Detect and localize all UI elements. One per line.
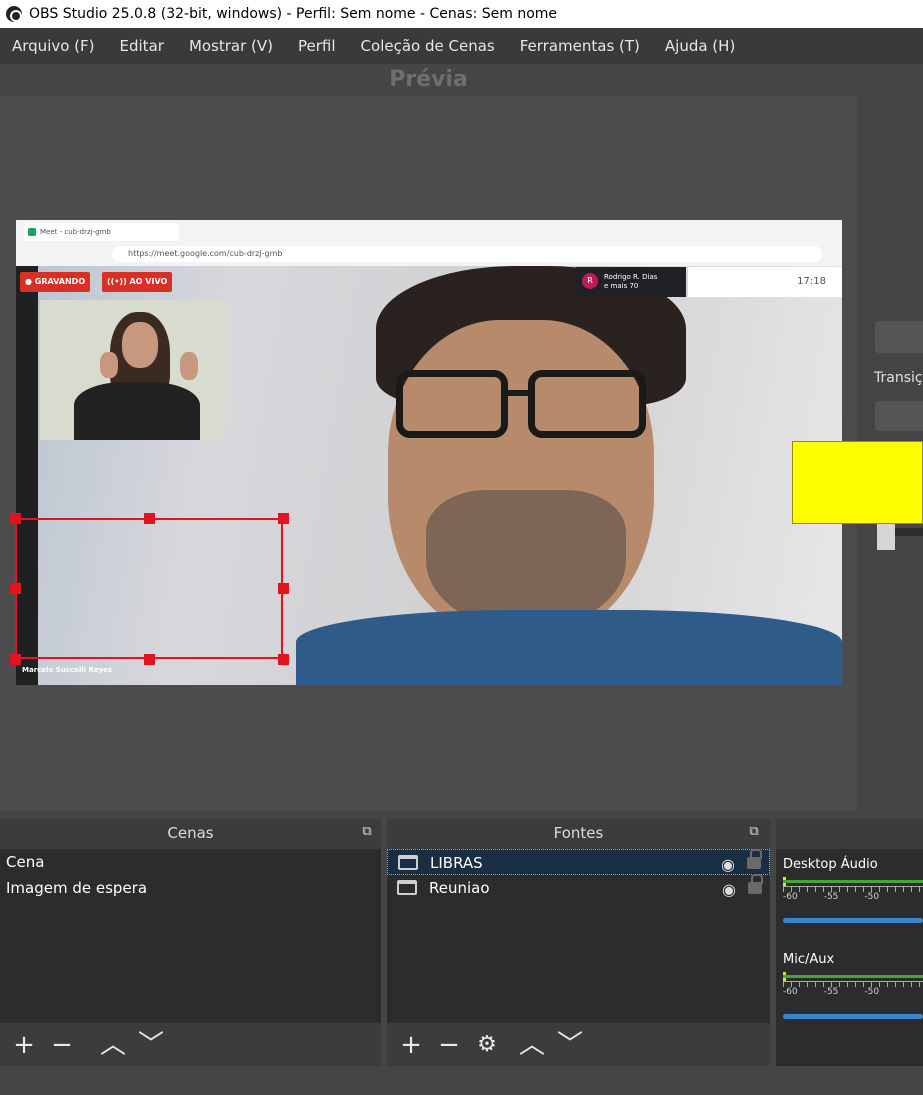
- move-source-up-button[interactable]: ︿: [519, 1032, 545, 1058]
- recording-badge-text: GRAVANDO: [34, 277, 86, 286]
- mixer-channel-name: Mic/Aux: [783, 952, 835, 967]
- resize-handle-right[interactable]: [278, 583, 289, 594]
- move-scene-up-button[interactable]: ︿: [100, 1032, 126, 1058]
- window-capture-icon: [397, 880, 417, 895]
- mixer-dock-header: [776, 819, 923, 849]
- browser-tab: Meet - cub-drzj-gmb: [24, 223, 179, 241]
- obs-logo-icon: [6, 6, 22, 22]
- transitions-panel: Transiç: [857, 64, 923, 810]
- window-titlebar: OBS Studio 25.0.8 (32-bit, windows) - Pe…: [0, 0, 923, 28]
- live-badge-text: AO VIVO: [129, 277, 168, 286]
- menu-ajuda[interactable]: Ajuda (H): [665, 37, 735, 55]
- source-item-reuniao[interactable]: Reuniao ◉: [387, 874, 770, 903]
- volume-slider[interactable]: [783, 1014, 923, 1019]
- status-bar: [0, 1066, 923, 1095]
- meet-clock: 17:18: [797, 276, 826, 287]
- window-capture-icon: [398, 855, 418, 870]
- interpreter-face: [122, 322, 158, 368]
- move-scene-down-button[interactable]: ﹀: [138, 1032, 164, 1058]
- window-title: OBS Studio 25.0.8 (32-bit, windows) - Pe…: [29, 6, 558, 22]
- interpreter-hand-right: [180, 352, 198, 380]
- transitions-label: Transiç: [874, 370, 923, 386]
- meter-tick-label: -55: [823, 892, 839, 902]
- meter-tick-label: -60: [783, 892, 798, 902]
- meter-tick-label: -55: [823, 987, 839, 997]
- resize-handle-bottom[interactable]: [144, 654, 155, 665]
- lock-icon[interactable]: [747, 849, 762, 869]
- address-bar: https://meet.google.com/cub-drzj-gmb: [112, 246, 822, 262]
- audio-meter-labels: -60 -55 -50: [783, 987, 879, 997]
- scene-item-imagem-de-espera[interactable]: Imagem de espera: [0, 875, 381, 901]
- interpreter-hand-left: [100, 352, 118, 378]
- meter-tick-label: -50: [864, 987, 880, 997]
- sources-dock-header: Fontes ⧉: [387, 819, 770, 849]
- sources-toolbar: + − ⚙ ︿ ﹀: [387, 1023, 770, 1066]
- undock-icon[interactable]: ⧉: [747, 825, 761, 839]
- meet-controls: 17:18: [688, 267, 842, 297]
- visibility-eye-icon[interactable]: ◉: [722, 877, 736, 903]
- resize-handle-top[interactable]: [144, 513, 155, 524]
- transition-button[interactable]: [875, 321, 923, 353]
- source-label: Reuniao: [429, 879, 490, 897]
- participant-chip: R Rodrigo R. Dias e mais 70: [576, 267, 686, 297]
- person-shirt: [296, 610, 842, 685]
- volume-slider[interactable]: [783, 918, 923, 923]
- captured-meet-window[interactable]: Meet - cub-drzj-gmb https://meet.google.…: [16, 220, 842, 685]
- glasses-bridge: [506, 390, 530, 396]
- meet-sidebar-strip: [16, 266, 38, 685]
- scenes-dock-title: Cenas: [167, 824, 214, 842]
- meter-tick-label: -50: [864, 892, 880, 902]
- remove-source-button[interactable]: −: [437, 1032, 461, 1058]
- sources-dock-title: Fontes: [553, 824, 604, 842]
- remove-scene-button[interactable]: −: [50, 1032, 74, 1058]
- audio-mixer: Desktop Áudio -60 -55 -50 Mic/Aux -60 -5…: [776, 849, 923, 1066]
- lock-icon[interactable]: [748, 874, 763, 894]
- yellow-highlight-box: [792, 441, 923, 524]
- scenes-toolbar: + − ︿ ﹀: [0, 1023, 381, 1066]
- resize-handle-bottom-right[interactable]: [278, 654, 289, 665]
- meter-tick-label: -60: [783, 987, 798, 997]
- resize-handle-top-left[interactable]: [10, 513, 21, 524]
- source-item-libras[interactable]: LIBRAS ◉: [387, 849, 770, 875]
- source-properties-gear-icon[interactable]: ⚙: [475, 1032, 499, 1057]
- add-source-button[interactable]: +: [399, 1032, 423, 1058]
- interpreter-body: [74, 382, 200, 440]
- participant-avatar: R: [582, 273, 598, 289]
- undock-icon[interactable]: ⧉: [360, 825, 374, 839]
- source-label: LIBRAS: [430, 854, 483, 872]
- transition-select[interactable]: [875, 401, 923, 431]
- audio-meter-level: [783, 975, 923, 978]
- mixer-channel-name: Desktop Áudio: [783, 857, 878, 872]
- scenes-dock-header: Cenas ⧉: [0, 819, 381, 849]
- menu-ferramentas[interactable]: Ferramentas (T): [520, 37, 640, 55]
- menu-perfil[interactable]: Perfil: [298, 37, 336, 55]
- resize-handle-top-right[interactable]: [278, 513, 289, 524]
- participant-name: Rodrigo R. Dias: [604, 273, 658, 281]
- glasses-left: [396, 370, 508, 438]
- menu-colecao-de-cenas[interactable]: Coleção de Cenas: [361, 37, 495, 55]
- audio-meter-level: [783, 880, 923, 883]
- menu-bar: Arquivo (F) Editar Mostrar (V) Perfil Co…: [0, 28, 923, 64]
- resize-handle-bottom-left[interactable]: [10, 654, 21, 665]
- glasses-right: [528, 370, 646, 438]
- scene-item-cena[interactable]: Cena: [0, 849, 381, 875]
- resize-handle-left[interactable]: [10, 583, 21, 594]
- preview-label: Prévia: [389, 67, 468, 92]
- live-badge: ((•)) AO VIVO: [102, 272, 173, 292]
- sources-list: LIBRAS ◉ Reuniao ◉: [387, 849, 770, 1023]
- participant-extra: e mais 70: [604, 282, 639, 290]
- menu-mostrar[interactable]: Mostrar (V): [189, 37, 273, 55]
- browser-bar: Meet - cub-drzj-gmb https://meet.google.…: [16, 220, 842, 266]
- menu-arquivo[interactable]: Arquivo (F): [12, 37, 95, 55]
- participant-name-tag: Marcelo Succolli Reyes: [22, 666, 113, 674]
- audio-meter-labels: -60 -55 -50: [783, 892, 879, 902]
- person-beard: [426, 490, 626, 630]
- scenes-list: Cena Imagem de espera: [0, 849, 381, 1023]
- move-source-down-button[interactable]: ﹀: [557, 1032, 583, 1058]
- menu-editar[interactable]: Editar: [120, 37, 164, 55]
- add-scene-button[interactable]: +: [12, 1032, 36, 1058]
- recording-badge: ● GRAVANDO: [20, 272, 91, 292]
